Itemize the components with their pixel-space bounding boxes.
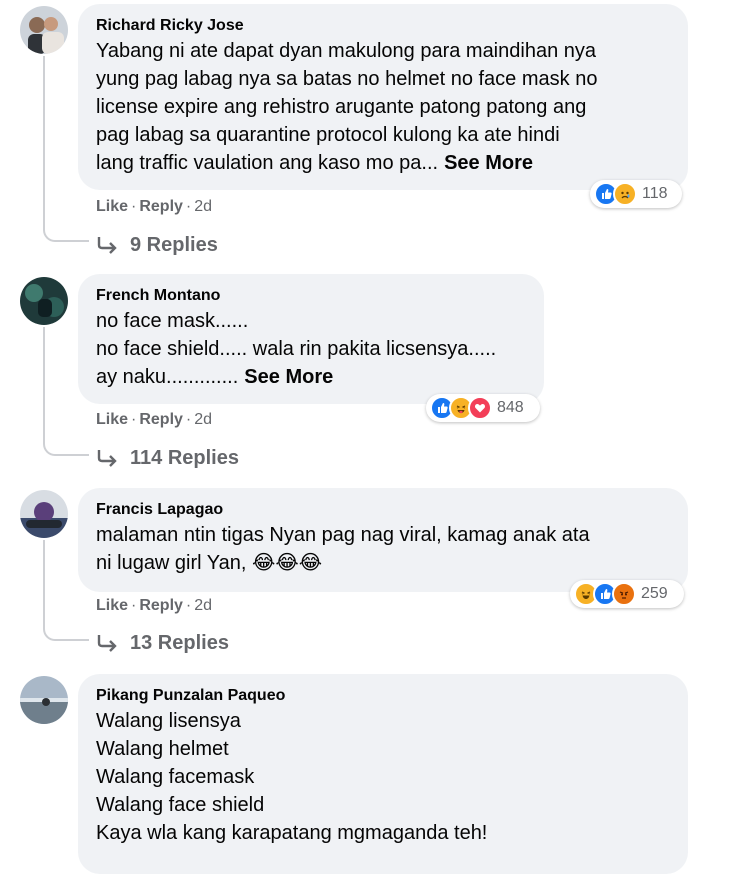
comment-author[interactable]: French Montano [96, 285, 524, 307]
avatar-photo [20, 676, 68, 724]
like-button[interactable]: Like [96, 597, 128, 614]
view-replies-link[interactable]: 13 Replies [96, 629, 229, 657]
comment-actions: Like · Reply · 2d [96, 198, 213, 215]
avatar-photo [20, 490, 68, 538]
view-replies-link[interactable]: 9 Replies [96, 231, 218, 259]
comment-author[interactable]: Richard Ricky Jose [96, 15, 668, 37]
comment-timestamp[interactable]: 2d [194, 411, 212, 428]
avatar[interactable] [20, 6, 68, 54]
reply-button[interactable]: Reply [139, 597, 183, 614]
replies-count: 13 Replies [130, 632, 229, 654]
reaction-summary[interactable]: 848 [426, 394, 540, 422]
thread-line [43, 327, 45, 440]
view-replies-link[interactable]: 114 Replies [96, 444, 239, 472]
love-reaction-icon [468, 396, 492, 420]
comment-actions: Like · Reply · 2d [96, 411, 213, 428]
comment-text: no face mask...... no face shield..... w… [96, 310, 497, 388]
reply-arrow-icon [97, 450, 117, 467]
thread-connector [43, 440, 89, 456]
comment-actions: Like · Reply · 2d [96, 597, 213, 614]
comment-author[interactable]: Pikang Punzalan Paqueo [96, 685, 668, 707]
like-button[interactable]: Like [96, 411, 128, 428]
avatar-photo [20, 6, 68, 54]
sad-reaction-icon [613, 182, 637, 206]
comments-section: Richard Ricky Jose Yabang ni ate dapat d… [0, 0, 750, 874]
comment-bubble: Francis Lapagao malaman ntin tigas Nyan … [78, 488, 688, 592]
angry-reaction-icon [612, 582, 636, 606]
thread-connector [43, 226, 89, 242]
comment-bubble: Pikang Punzalan Paqueo Walang lisensya W… [78, 674, 688, 874]
avatar[interactable] [20, 277, 68, 325]
see-more-link[interactable]: See More [444, 152, 533, 174]
reaction-summary[interactable]: 259 [570, 580, 684, 608]
like-button[interactable]: Like [96, 198, 128, 215]
reaction-count: 259 [641, 585, 668, 602]
comment-bubble: Richard Ricky Jose Yabang ni ate dapat d… [78, 4, 688, 190]
thread-line [43, 540, 45, 625]
comment-timestamp[interactable]: 2d [194, 198, 212, 215]
reaction-count: 118 [642, 185, 668, 202]
reply-button[interactable]: Reply [139, 198, 183, 215]
emoji-laughing: 😂😂😂 [252, 552, 323, 574]
comment-timestamp[interactable]: 2d [194, 597, 212, 614]
avatar[interactable] [20, 676, 68, 724]
comment-text: malaman ntin tigas Nyan pag nag viral, k… [96, 524, 590, 574]
replies-count: 9 Replies [130, 234, 218, 256]
avatar[interactable] [20, 490, 68, 538]
reply-arrow-icon [97, 237, 117, 254]
reaction-count: 848 [497, 399, 524, 416]
reply-arrow-icon [97, 635, 117, 652]
comment-text: Walang lisensya Walang helmet Walang fac… [96, 710, 488, 844]
see-more-link[interactable]: See More [244, 366, 333, 388]
reaction-summary[interactable]: 118 [590, 180, 682, 208]
replies-count: 114 Replies [130, 447, 239, 469]
comment-text: Yabang ni ate dapat dyan makulong para m… [96, 40, 598, 174]
comment-bubble: French Montano no face mask...... no fac… [78, 274, 544, 404]
thread-line [43, 56, 45, 226]
avatar-photo [20, 277, 68, 325]
thread-connector [43, 625, 89, 641]
comment-author[interactable]: Francis Lapagao [96, 499, 668, 521]
reply-button[interactable]: Reply [139, 411, 183, 428]
